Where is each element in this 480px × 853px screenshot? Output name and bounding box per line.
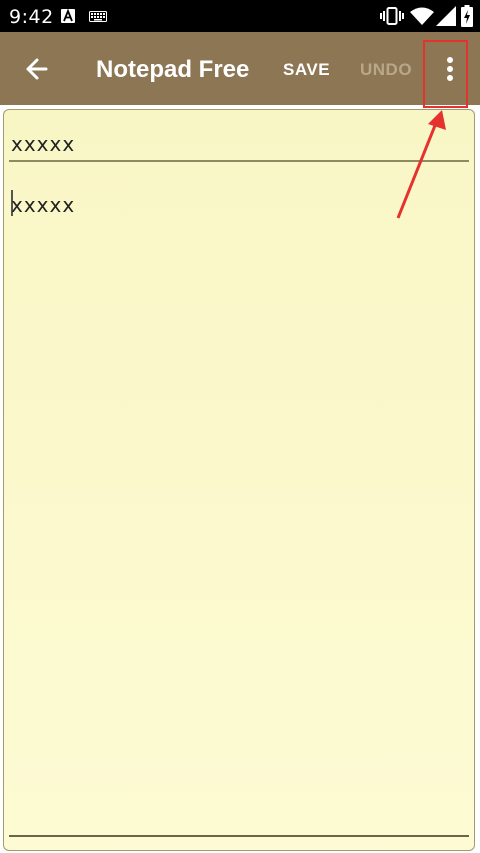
annotation-arrow-icon [396, 110, 446, 219]
signal-icon [436, 6, 456, 26]
undo-button[interactable]: UNDO [360, 60, 412, 80]
highlight-box [423, 40, 468, 108]
back-arrow-icon[interactable] [18, 50, 58, 88]
battery-charging-icon [461, 5, 473, 27]
app-toolbar: Notepad Free SAVE UNDO [0, 32, 480, 105]
status-bar: 9:42 [0, 0, 480, 32]
note-title-field[interactable]: xxxxx [11, 132, 75, 156]
status-time: 9:42 [9, 6, 54, 28]
vibrate-icon [380, 7, 404, 25]
app-title: Notepad Free [96, 56, 250, 83]
note-body-field[interactable]: xxxxx [11, 193, 75, 217]
a-notification-icon [61, 9, 75, 23]
keyboard-icon [89, 11, 107, 22]
bottom-divider [9, 835, 469, 837]
save-button[interactable]: SAVE [283, 60, 330, 80]
wifi-icon [410, 7, 434, 25]
